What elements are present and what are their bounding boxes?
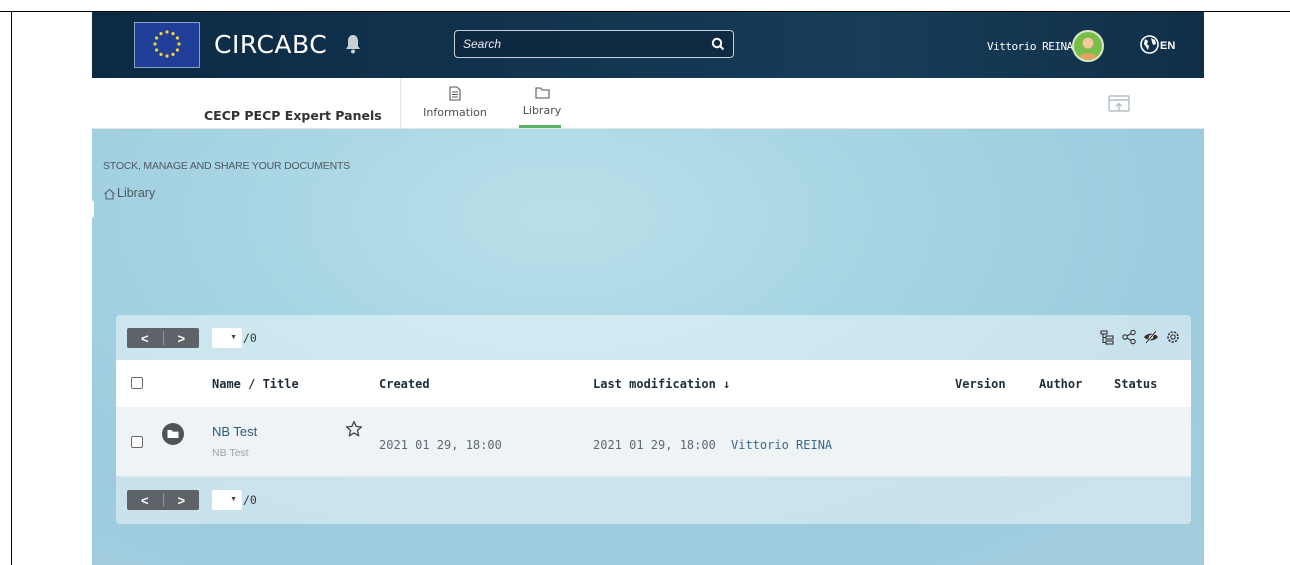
group-navbar: CECP PECP Expert Panels Information Libr… xyxy=(92,78,1204,129)
bell-icon[interactable] xyxy=(345,34,361,59)
search-box xyxy=(454,30,734,58)
group-name[interactable]: CECP PECP Expert Panels xyxy=(204,108,382,123)
favorite-star-icon[interactable] xyxy=(345,420,363,443)
table-toolbar-bottom: < > ▼ /0 xyxy=(116,477,1191,524)
page-select[interactable]: ▼ xyxy=(212,490,242,510)
page-select[interactable]: ▼ xyxy=(212,328,242,348)
frame-left-line xyxy=(11,11,12,565)
column-created[interactable]: Created xyxy=(379,377,430,391)
modifier-name-link[interactable]: Vittorio REINA xyxy=(731,438,832,452)
active-tab-indicator xyxy=(519,125,561,128)
document-title: NB Test xyxy=(212,447,249,459)
pager-top: < > xyxy=(127,328,199,348)
tab-library[interactable]: Library xyxy=(517,86,567,128)
column-version[interactable]: Version xyxy=(955,377,1006,391)
breadcrumb[interactable]: Library xyxy=(117,186,155,200)
column-author[interactable]: Author xyxy=(1039,377,1082,391)
section-title: STOCK, MANAGE AND SHARE YOUR DOCUMENTS xyxy=(103,160,350,172)
share-icon[interactable] xyxy=(1108,95,1130,120)
settings-gear-icon[interactable] xyxy=(1165,329,1181,350)
language-label[interactable]: EN xyxy=(1160,40,1175,52)
column-status[interactable]: Status xyxy=(1114,377,1157,391)
table-tools xyxy=(1099,329,1181,350)
row-checkbox[interactable] xyxy=(131,436,143,448)
top-header: CIRCABC Vittorio REINA xyxy=(92,12,1204,78)
divider xyxy=(400,78,401,129)
tree-view-icon[interactable] xyxy=(1099,329,1115,350)
sidebar-toggle[interactable] xyxy=(92,200,94,218)
user-name[interactable]: Vittorio REINA xyxy=(987,40,1073,53)
content-area: STOCK, MANAGE AND SHARE YOUR DOCUMENTS L… xyxy=(92,129,1204,565)
next-page-button[interactable]: > xyxy=(164,490,200,510)
column-name-title[interactable]: Name / Title xyxy=(212,377,299,391)
previous-page-button[interactable]: < xyxy=(127,328,163,348)
folder-icon xyxy=(517,86,567,102)
next-page-button[interactable]: > xyxy=(164,328,200,348)
tab-information[interactable]: Information xyxy=(419,86,491,119)
brand-title[interactable]: CIRCABC xyxy=(214,30,327,59)
select-all-checkbox[interactable] xyxy=(131,377,143,389)
search-input[interactable] xyxy=(463,35,703,53)
folder-icon[interactable] xyxy=(162,423,184,450)
tab-information-label: Information xyxy=(423,106,487,119)
search-icon[interactable] xyxy=(711,37,725,56)
hidden-eye-icon[interactable] xyxy=(1143,329,1159,350)
page-total: /0 xyxy=(243,331,257,345)
previous-page-button[interactable]: < xyxy=(127,490,163,510)
page-total: /0 xyxy=(243,493,257,507)
document-name-link[interactable]: NB Test xyxy=(212,424,257,439)
table-toolbar-top: < > ▼ /0 xyxy=(116,315,1191,360)
modified-date: 2021 01 29, 18:00 xyxy=(593,438,716,452)
documents-table: < > ▼ /0 Name / Title Created Last modif… xyxy=(116,315,1191,524)
app-window: CIRCABC Vittorio REINA xyxy=(92,12,1204,565)
table-header: Name / Title Created Last modification ↓… xyxy=(116,360,1191,407)
table-row[interactable]: NB Test NB Test 2021 01 29, 18:00 2021 0… xyxy=(116,407,1191,477)
column-last-modification[interactable]: Last modification ↓ xyxy=(593,377,730,391)
globe-icon[interactable] xyxy=(1140,35,1159,59)
created-date: 2021 01 29, 18:00 xyxy=(379,438,502,452)
document-icon xyxy=(419,86,491,104)
share-nodes-icon[interactable] xyxy=(1121,329,1137,350)
pager-bottom: < > xyxy=(127,490,199,510)
home-icon[interactable] xyxy=(103,187,116,205)
eu-flag-logo[interactable] xyxy=(134,22,200,68)
tab-library-label: Library xyxy=(522,104,562,117)
avatar[interactable] xyxy=(1072,30,1104,62)
